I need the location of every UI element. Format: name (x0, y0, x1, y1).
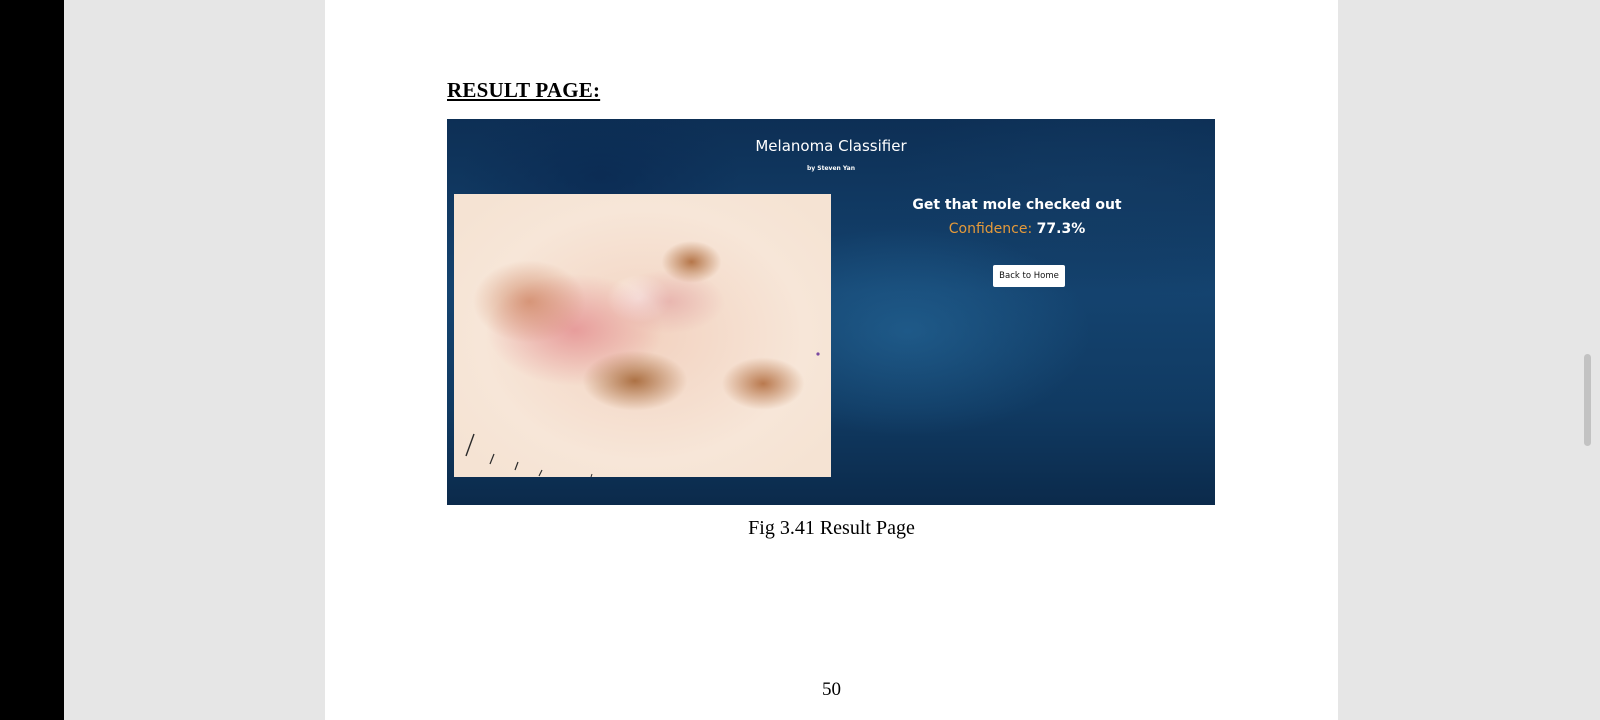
app-title: Melanoma Classifier (755, 137, 907, 155)
section-heading: RESULT PAGE: (447, 78, 601, 102)
back-to-home-button[interactable]: Back to Home (993, 265, 1065, 287)
lesion-image (454, 194, 831, 477)
app-subtitle: by Steven Yan (806, 165, 855, 172)
document-page: RESULT PAGE: Melanoma Classifier by Stev… (325, 0, 1338, 720)
result-message: Get that mole checked out (912, 197, 1122, 213)
confidence-label: Confidence: (948, 221, 1033, 237)
app-screenshot: Melanoma Classifier by Steven Yan Get th… (447, 119, 1215, 505)
scrollbar-thumb[interactable] (1584, 354, 1591, 446)
left-dark-margin (0, 0, 64, 720)
confidence-value: 77.3% (1036, 221, 1086, 237)
hair-strokes (465, 352, 820, 477)
confidence-line: Confidence: 77.3% (897, 221, 1137, 237)
figure-caption: Fig 3.41 Result Page (748, 517, 915, 539)
page-number: 50 (822, 679, 841, 700)
